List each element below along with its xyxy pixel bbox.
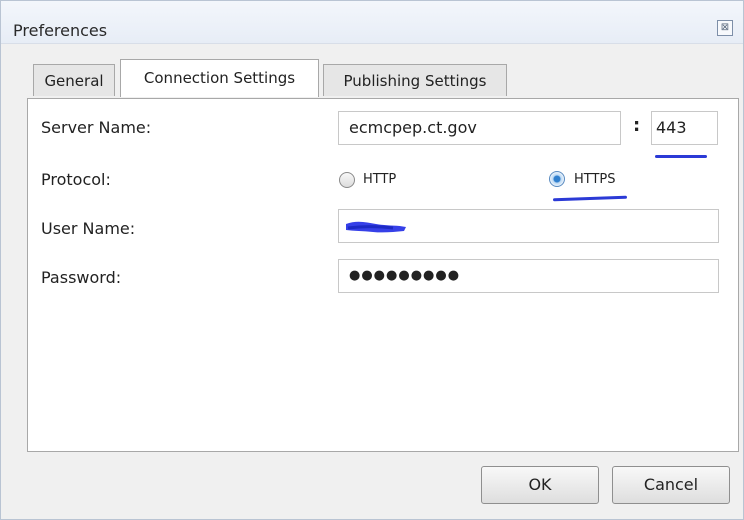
close-icon[interactable]: ⊠ [717,20,733,36]
http-radio[interactable] [339,172,355,188]
https-radio[interactable] [549,171,565,187]
dialog-title: Preferences [13,21,108,40]
password-input[interactable]: ●●●●●●●●● [338,259,719,293]
port-separator: : [633,115,641,136]
protocol-label: Protocol: [41,170,111,189]
ok-button[interactable]: OK [481,466,599,504]
preferences-dialog: Preferences ⊠ General Connection Setting… [0,0,744,520]
server-name-input[interactable]: ecmcpep.ct.gov [338,111,621,145]
user-name-label: User Name: [41,219,136,238]
tab-general[interactable]: General [33,64,115,96]
http-label[interactable]: HTTP [363,172,396,187]
cancel-button[interactable]: Cancel [612,466,730,504]
port-input[interactable]: 443 [651,111,718,145]
title-bar: Preferences ⊠ [1,1,743,44]
tab-publishing-settings[interactable]: Publishing Settings [323,64,507,96]
password-label: Password: [41,268,122,287]
tab-connection-settings[interactable]: Connection Settings [120,59,319,97]
port-annotation-underline [655,155,707,158]
user-name-redaction [346,221,406,233]
https-label[interactable]: HTTPS [574,172,616,187]
server-name-label: Server Name: [41,118,152,137]
